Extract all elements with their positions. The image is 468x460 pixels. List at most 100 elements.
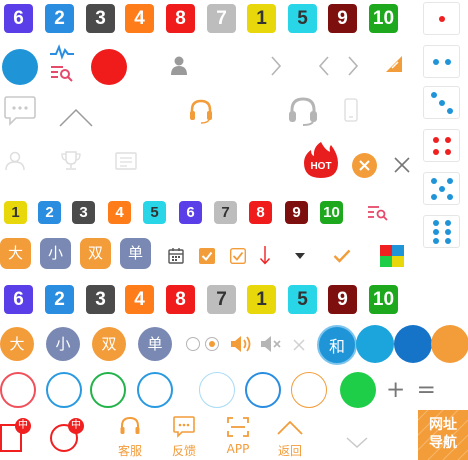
ball-green[interactable] — [340, 372, 376, 408]
headset-icon[interactable] — [287, 96, 319, 126]
dice-pip — [431, 194, 437, 200]
ball-orange[interactable] — [431, 325, 468, 363]
he-ball[interactable]: 和 — [317, 325, 357, 365]
chat-icon[interactable] — [4, 96, 36, 126]
dice-face-4[interactable] — [423, 129, 460, 162]
chevron-up-icon — [277, 420, 303, 435]
number-badge[interactable]: 10 — [369, 4, 398, 33]
number-badge[interactable]: 5 — [288, 285, 317, 314]
ring-red[interactable] — [0, 372, 36, 408]
ring-blue[interactable] — [137, 372, 173, 408]
tag-odd[interactable]: 单 — [120, 238, 151, 269]
checkbox-checked-icon[interactable] — [199, 248, 215, 264]
number-badge[interactable]: 7 — [207, 4, 236, 33]
ball-light-blue[interactable] — [356, 325, 394, 363]
hot-fire-icon[interactable] — [303, 141, 339, 179]
caret-down-icon[interactable] — [295, 253, 305, 259]
chevron-down-icon[interactable] — [346, 437, 368, 449]
number-badge[interactable]: 2 — [45, 285, 74, 314]
dice-pip — [445, 238, 451, 244]
checkbox-checked-icon[interactable] — [229, 247, 247, 265]
grid-color-icon[interactable] — [380, 245, 404, 267]
corner-edit-icon[interactable] — [386, 56, 402, 72]
tag-big[interactable]: 大 — [0, 238, 31, 269]
dice-pip — [447, 194, 453, 200]
search-list-icon[interactable] — [367, 205, 389, 221]
chevron-right-icon[interactable] — [347, 56, 359, 76]
headset-icon[interactable] — [188, 98, 214, 124]
volume-on-icon[interactable] — [230, 335, 252, 353]
search-list-icon[interactable] — [50, 64, 74, 82]
number-badge[interactable]: 9 — [328, 285, 357, 314]
dice-face-1[interactable] — [423, 2, 460, 35]
number-badge[interactable]: 5 — [143, 201, 166, 224]
number-badge[interactable]: 6 — [179, 201, 202, 224]
ring-green[interactable] — [90, 372, 126, 408]
trophy-icon[interactable] — [60, 151, 82, 171]
calendar-icon[interactable] — [168, 248, 184, 264]
ring-orange[interactable] — [291, 372, 327, 408]
dice-face-6[interactable] — [423, 215, 460, 248]
arrow-down-icon[interactable] — [259, 245, 271, 265]
number-badge[interactable]: 3 — [86, 285, 115, 314]
number-badge[interactable]: 2 — [38, 201, 61, 224]
blue-ball[interactable] — [2, 49, 38, 85]
radio-off-icon[interactable] — [186, 337, 200, 351]
check-icon[interactable] — [333, 249, 351, 263]
number-badge[interactable]: 9 — [328, 4, 357, 33]
number-badge[interactable]: 10 — [369, 285, 398, 314]
nav-app-label: APP — [226, 442, 250, 456]
number-badge[interactable]: 8 — [166, 285, 195, 314]
number-badge[interactable]: 3 — [86, 4, 115, 33]
tag-even-round[interactable]: 双 — [92, 327, 126, 361]
number-badge[interactable]: 4 — [125, 4, 154, 33]
number-badge[interactable]: 9 — [285, 201, 308, 224]
number-badge[interactable]: 6 — [4, 4, 33, 33]
user-outline-icon[interactable] — [5, 151, 25, 171]
number-badge[interactable]: 2 — [45, 4, 74, 33]
number-badge[interactable]: 8 — [166, 4, 195, 33]
number-badge[interactable]: 4 — [108, 201, 131, 224]
volume-off-icon[interactable] — [260, 335, 282, 353]
chevron-up-icon[interactable] — [59, 108, 93, 128]
ring-light-blue[interactable] — [199, 372, 235, 408]
radio-on-icon[interactable] — [205, 337, 219, 351]
number-badge[interactable]: 10 — [320, 201, 343, 224]
tag-big-round[interactable]: 大 — [0, 327, 34, 361]
chevron-left-icon[interactable] — [318, 56, 330, 76]
dice-face-2[interactable] — [423, 45, 460, 78]
number-badge[interactable]: 1 — [4, 201, 27, 224]
close-circle-icon[interactable] — [352, 153, 377, 178]
user-icon[interactable] — [171, 56, 187, 75]
red-ball[interactable] — [91, 49, 127, 85]
site-nav-line-1: 网址 — [429, 417, 457, 433]
site-nav-tile[interactable]: 网址 导航 — [418, 410, 468, 460]
dice-face-3[interactable] — [423, 86, 460, 119]
ball-dark-blue[interactable] — [394, 325, 432, 363]
number-badge[interactable]: 8 — [249, 201, 272, 224]
dice-pip — [433, 149, 439, 155]
list-icon[interactable] — [115, 152, 137, 170]
tag-even[interactable]: 双 — [80, 238, 111, 269]
tag-odd-round[interactable]: 单 — [138, 327, 172, 361]
close-icon[interactable] — [394, 157, 410, 173]
nav-service-label: 客服 — [117, 444, 142, 458]
dice-pip — [431, 92, 437, 98]
close-icon[interactable] — [293, 339, 305, 351]
dice-face-5[interactable] — [423, 172, 460, 205]
number-badge[interactable]: 7 — [214, 201, 237, 224]
chevron-right-icon[interactable] — [270, 56, 282, 76]
number-badge[interactable]: 6 — [4, 285, 33, 314]
tag-small[interactable]: 小 — [40, 238, 71, 269]
dice-pip — [433, 229, 439, 235]
number-badge[interactable]: 5 — [288, 4, 317, 33]
number-badge[interactable]: 1 — [247, 285, 276, 314]
phone-outline-icon[interactable] — [344, 98, 358, 122]
number-badge[interactable]: 1 — [247, 4, 276, 33]
tag-small-round[interactable]: 小 — [46, 327, 80, 361]
ring-blue[interactable] — [46, 372, 82, 408]
number-badge[interactable]: 4 — [125, 285, 154, 314]
number-badge[interactable]: 3 — [72, 201, 95, 224]
ring-blue[interactable] — [245, 372, 281, 408]
number-badge[interactable]: 7 — [207, 285, 236, 314]
